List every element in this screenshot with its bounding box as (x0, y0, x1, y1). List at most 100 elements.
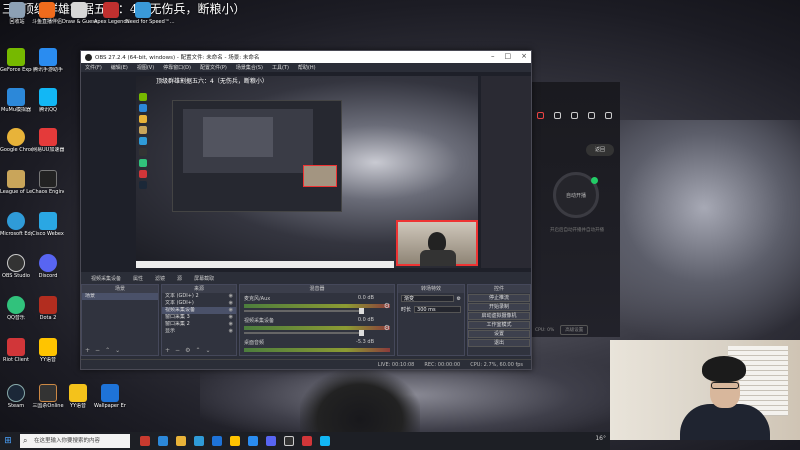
gear-icon[interactable]: ⚙ (185, 347, 190, 354)
up-icon[interactable]: ⌃ (105, 347, 110, 354)
tab-video-capture[interactable]: 视频采集设备 (91, 275, 121, 282)
desktop-icon-qq[interactable]: 腾讯QQ (32, 88, 64, 113)
webcam-source[interactable] (396, 220, 478, 266)
desktop-icon-obs[interactable]: OBS Studio (0, 254, 32, 279)
duration-input[interactable]: 300 ms (414, 306, 461, 313)
obs-preview[interactable]: 顶级群雄割据五六：4（无伤兵，断粮小） (81, 72, 531, 272)
obs-icon[interactable] (284, 436, 294, 446)
edge-icon[interactable] (194, 436, 204, 446)
desktop-icon-yy[interactable]: YY语音 (32, 338, 64, 363)
desktop-icon-edge[interactable]: Microsoft Edge (0, 212, 32, 237)
tab-properties[interactable]: 属性 (133, 275, 143, 282)
remove-icon[interactable]: − (175, 347, 180, 354)
desktop-icon-mumu[interactable]: MuMu模拟器 (0, 88, 32, 113)
tab-source[interactable]: 源 (177, 275, 182, 282)
down-icon[interactable]: ⌄ (205, 347, 210, 354)
menu-tools[interactable]: 工具(T) (272, 64, 289, 71)
menu-view[interactable]: 视图(V) (137, 64, 154, 71)
scene-item[interactable]: 场景 (82, 293, 158, 300)
desktop-icon-chaos[interactable]: Chaos Engine (32, 170, 64, 195)
desktop-icon-draw-guess[interactable]: Draw & Guess (62, 2, 97, 25)
discord-icon[interactable] (266, 436, 276, 446)
mixer-track-desktop-audio[interactable]: 桌面音频 -5.3 dB (240, 337, 394, 359)
desktop-icon-wallpaper-engine[interactable]: Wallpaper Engine (94, 384, 126, 409)
app-icon[interactable] (302, 436, 312, 446)
tab-screen-capture[interactable]: 屏幕截取 (194, 275, 214, 282)
desktop-icon-tencent-games[interactable]: 腾讯手游助手 (32, 48, 64, 73)
source-item[interactable]: 显示 ◉ (162, 328, 236, 335)
menu-edit[interactable]: 编辑(E) (111, 64, 128, 71)
auto-live-button[interactable]: 自动开播 (553, 172, 599, 218)
desktop-icon-riot[interactable]: Riot Client (0, 338, 32, 363)
eye-icon[interactable]: ◉ (229, 307, 233, 314)
file-explorer-icon[interactable] (230, 436, 240, 446)
eye-icon[interactable]: ◉ (229, 293, 233, 300)
app-icon[interactable] (158, 436, 168, 446)
eye-icon[interactable]: ◉ (229, 300, 233, 307)
preview-canvas[interactable]: 顶级群雄割据五六：4（无伤兵，断粮小） (136, 76, 478, 268)
eye-icon[interactable]: ◉ (229, 328, 233, 335)
gift-icon[interactable] (537, 112, 544, 119)
menu-file[interactable]: 文件(F) (85, 64, 102, 71)
add-icon[interactable]: + (85, 347, 90, 354)
desktop-icon-nfs[interactable]: Need for Speed™... (126, 2, 175, 25)
return-button[interactable]: 返回 (586, 144, 614, 156)
remove-icon[interactable]: − (95, 347, 100, 354)
source-item[interactable]: 文本 (GDI+) ◉ (162, 300, 236, 307)
minimize-button[interactable]: – (491, 52, 495, 60)
skin-icon[interactable] (571, 112, 578, 119)
studio-mode-button[interactable]: 工作室模式 (468, 321, 530, 329)
down-icon[interactable]: ⌄ (115, 347, 120, 354)
taskbar-search-input[interactable]: 在这里输入你要搜索的内容 (20, 434, 130, 448)
desktop-icon-yy2[interactable]: YY语音 (62, 384, 94, 409)
desktop-icon-sgs[interactable]: 三国杀Online (32, 384, 64, 409)
eye-icon[interactable]: ◉ (229, 314, 233, 321)
desktop-icon-douyu[interactable]: 斗鱼直播伴侣 (30, 2, 64, 25)
start-recording-button[interactable]: 开始录制 (468, 303, 530, 311)
desktop-icon-uu[interactable]: 网易UU加速器 (32, 128, 64, 153)
exit-button[interactable]: 退出 (468, 339, 530, 347)
source-item[interactable]: 视频采集设备 ◉ (162, 307, 236, 314)
menu-scene-collection[interactable]: 场景集合(S) (236, 64, 263, 71)
menu-docks[interactable]: 停靠窗口(D) (163, 64, 191, 71)
gear-icon[interactable]: ⚙ (457, 296, 461, 302)
desktop-icon-dota2[interactable]: Dota 2 (32, 296, 64, 321)
box-icon[interactable] (554, 112, 561, 119)
source-item[interactable]: 窗口采集 2 ◉ (162, 321, 236, 328)
desktop-icon-qqmusic[interactable]: QQ音乐 (0, 296, 32, 321)
settings-button[interactable]: 设置 (468, 330, 530, 338)
volume-slider[interactable] (244, 330, 364, 336)
desktop-icon-steam[interactable]: Steam (0, 384, 32, 409)
desktop-icon-apex[interactable]: Apex Legends (94, 2, 129, 25)
desktop-icon-lol[interactable]: League of Legends (0, 170, 32, 195)
advanced-settings-button[interactable]: 高级设置 (560, 325, 589, 335)
source-item[interactable]: 窗口采集 3 ◉ (162, 314, 236, 321)
mixer-track-video-capture[interactable]: 视频采集设备 0.0 dB ⚙ (240, 315, 394, 337)
app-icon[interactable] (248, 436, 258, 446)
obs-titlebar[interactable]: OBS 27.2.4 (64-bit, windows) - 配置文件: 未命名… (81, 51, 531, 63)
desktop-icon-discord[interactable]: Discord (32, 254, 64, 279)
maximize-button[interactable]: □ (505, 52, 512, 60)
app-icon[interactable] (212, 436, 222, 446)
share-icon[interactable] (605, 112, 612, 119)
gear-icon[interactable]: ⚙ (384, 324, 390, 332)
bell-icon[interactable] (588, 112, 595, 119)
add-icon[interactable]: + (165, 347, 170, 354)
qq-icon[interactable] (320, 436, 330, 446)
eye-icon[interactable]: ◉ (229, 321, 233, 328)
desktop-icon-recycle-bin[interactable]: 回收站 (0, 2, 34, 25)
source-item[interactable]: 文本 (GDI+) 2 ◉ (162, 293, 236, 300)
chrome-icon[interactable] (176, 436, 186, 446)
menu-help[interactable]: 帮助(H) (298, 64, 316, 71)
close-button[interactable]: × (521, 52, 527, 60)
desktop-icon-chrome[interactable]: Google Chrome (0, 128, 32, 153)
volume-slider[interactable] (244, 308, 364, 314)
app-icon[interactable] (140, 436, 150, 446)
up-icon[interactable]: ⌃ (195, 347, 200, 354)
desktop-icon-geforce[interactable]: GeForce Experience (0, 48, 32, 73)
windows-start-icon[interactable]: ⊞ (0, 436, 16, 446)
desktop-icon-webex[interactable]: Cisco Webex (32, 212, 64, 237)
start-virtual-camera-button[interactable]: 启动虚拟摄像机 (468, 312, 530, 320)
transition-select[interactable]: 渐变 (401, 295, 454, 302)
mixer-track-mic[interactable]: 麦克风/Aux 0.0 dB ⚙ (240, 293, 394, 315)
